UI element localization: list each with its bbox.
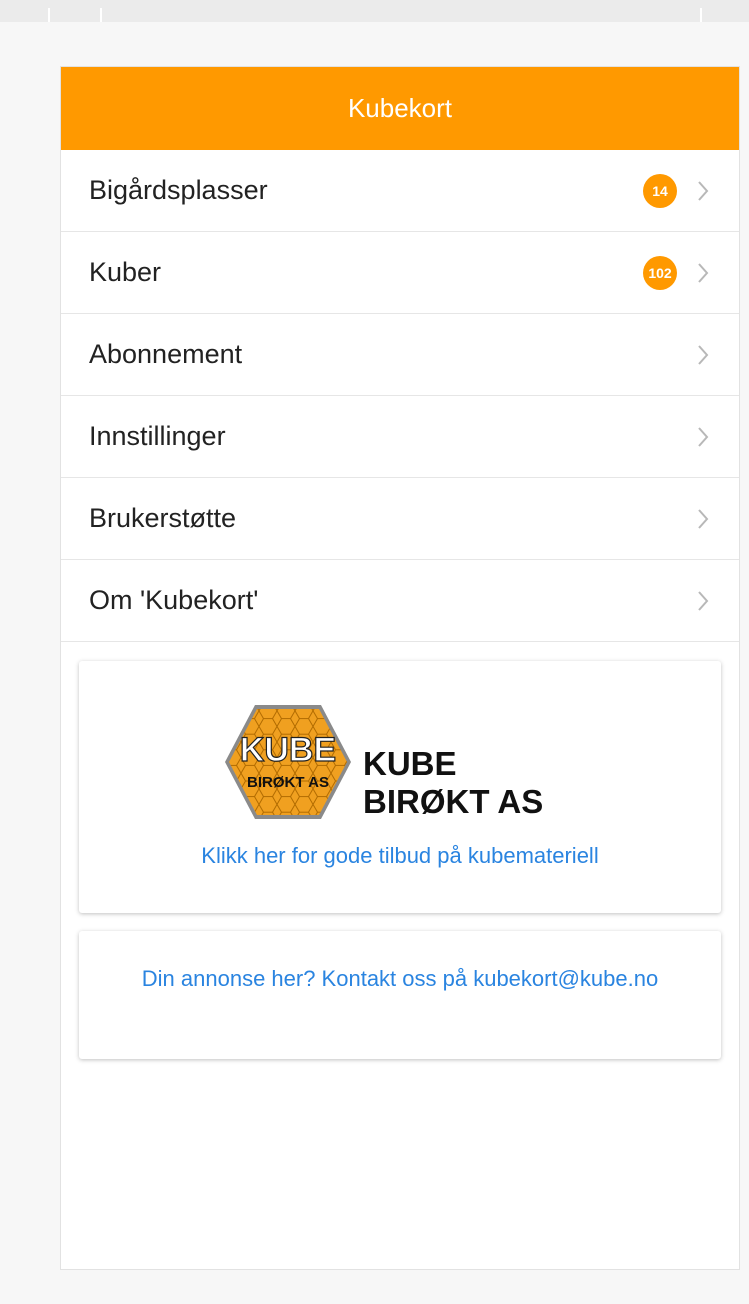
- menu-list: Bigårdsplasser 14 Kuber 102 Abonnement I…: [61, 150, 739, 642]
- chevron-right-icon: [695, 342, 711, 368]
- chevron-right-icon: [695, 588, 711, 614]
- menu-item-kuber[interactable]: Kuber 102: [61, 232, 739, 314]
- contact-link[interactable]: Din annonse her? Kontakt oss på kubekort…: [119, 961, 681, 997]
- chevron-right-icon: [695, 424, 711, 450]
- chevron-right-icon: [695, 260, 711, 286]
- divider: [48, 8, 50, 22]
- count-badge: 102: [643, 255, 677, 290]
- contact-card: Din annonse her? Kontakt oss på kubekort…: [79, 931, 721, 1059]
- menu-item-label: Om 'Kubekort': [89, 585, 259, 615]
- menu-item-innstillinger[interactable]: Innstillinger: [61, 396, 739, 478]
- menu-item-bigardsplasser[interactable]: Bigårdsplasser 14: [61, 150, 739, 232]
- menu-panel: Kubekort Bigårdsplasser 14 Kuber 102 Abo…: [60, 66, 740, 1270]
- menu-item-label: Innstillinger: [89, 421, 226, 451]
- honeycomb-logo-icon: KUBE BIRØKT AS: [225, 705, 351, 819]
- menu-item-label: Abonnement: [89, 339, 243, 369]
- divider: [100, 8, 102, 22]
- menu-item-label: Brukerstøtte: [89, 503, 237, 533]
- logo-bottom-text: BIRØKT AS: [247, 774, 329, 791]
- top-strip: [0, 0, 749, 22]
- menu-item-label: Kuber: [89, 257, 162, 287]
- menu-item-label: Bigårdsplasser: [89, 175, 268, 205]
- menu-item-brukerstotte[interactable]: Brukerstøtte: [61, 478, 739, 560]
- menu-item-abonnement[interactable]: Abonnement: [61, 314, 739, 396]
- menu-item-om-kubekort[interactable]: Om 'Kubekort': [61, 560, 739, 642]
- offer-link[interactable]: Klikk her for gode tilbud på kubematerie…: [79, 843, 721, 869]
- kube-birokt-logo[interactable]: KUBE BIRØKT AS KUBE BIRØKT AS: [223, 703, 583, 821]
- divider: [700, 8, 702, 22]
- logo-top-text: KUBE: [240, 731, 336, 769]
- count-badge: 14: [643, 173, 677, 208]
- brand-name: KUBE BIRØKT AS: [363, 745, 544, 820]
- app-title: Kubekort: [347, 93, 453, 123]
- ad-card[interactable]: KUBE BIRØKT AS KUBE BIRØKT AS Klikk her …: [79, 661, 721, 913]
- chevron-right-icon: [695, 178, 711, 204]
- app-header: Kubekort: [61, 67, 739, 150]
- chevron-right-icon: [695, 506, 711, 532]
